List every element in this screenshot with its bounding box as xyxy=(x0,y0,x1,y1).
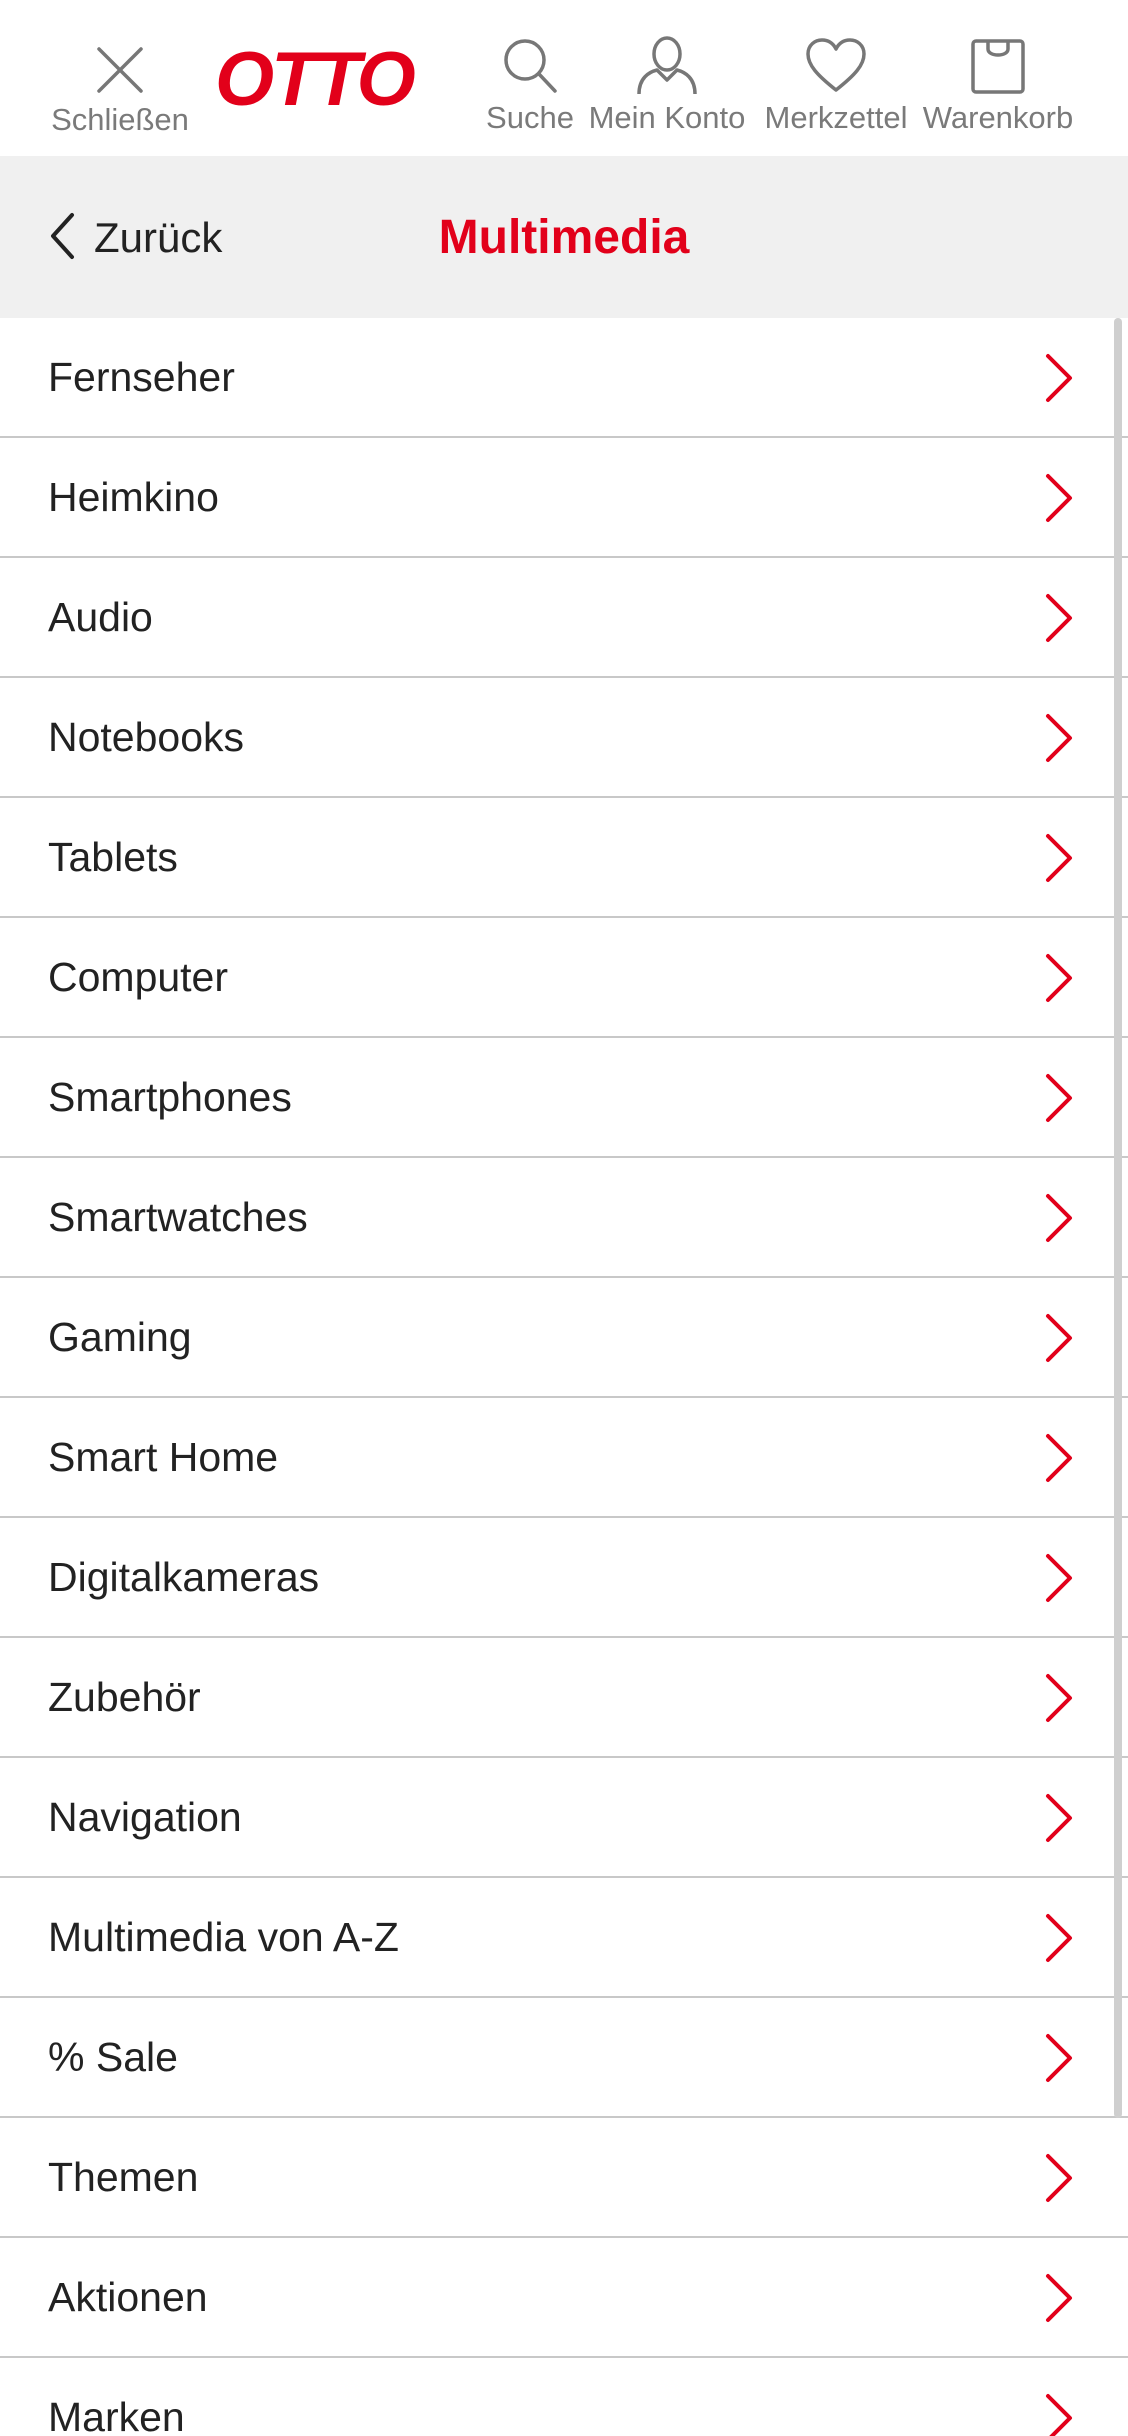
chevron-right-icon xyxy=(1042,1192,1076,1244)
list-item-label: Navigation xyxy=(48,1793,242,1840)
list-item[interactable]: Heimkino xyxy=(0,438,1128,558)
chevron-right-icon xyxy=(1042,1912,1076,1964)
list-item[interactable]: Digitalkameras xyxy=(0,1518,1128,1638)
search-icon xyxy=(500,32,560,98)
cart-label: Warenkorb xyxy=(922,100,1074,135)
chevron-right-icon xyxy=(1042,352,1076,404)
list-item[interactable]: Tablets xyxy=(0,798,1128,918)
list-item[interactable]: Multimedia von A-Z xyxy=(0,1878,1128,1998)
list-item-label: Fernseher xyxy=(48,353,235,400)
search-button[interactable]: Suche xyxy=(470,0,590,156)
scrollbar[interactable] xyxy=(1114,318,1122,2118)
chevron-right-icon xyxy=(1042,472,1076,524)
list-item[interactable]: Fernseher xyxy=(0,318,1128,438)
list-item[interactable]: % Sale xyxy=(0,1998,1128,2118)
list-item[interactable]: Gaming xyxy=(0,1278,1128,1398)
chevron-right-icon xyxy=(1042,952,1076,1004)
list-item-label: Digitalkameras xyxy=(48,1553,320,1600)
list-item-label: Multimedia von A-Z xyxy=(48,1913,399,1960)
list-item[interactable]: Smart Home xyxy=(0,1398,1128,1518)
list-item-label: Aktionen xyxy=(48,2273,208,2320)
chevron-left-icon xyxy=(48,211,76,266)
search-label: Suche xyxy=(486,100,574,135)
chevron-right-icon xyxy=(1042,1552,1076,1604)
otto-logo[interactable]: OTTO xyxy=(215,40,416,120)
back-label: Zurück xyxy=(94,214,223,261)
list-item-label: Smart Home xyxy=(48,1433,279,1480)
top-bar: Schließen OTTO Suche Mein Konto Merkzett… xyxy=(0,0,1128,156)
list-item[interactable]: Notebooks xyxy=(0,678,1128,798)
shopping-bag-icon xyxy=(970,32,1026,98)
page: Schließen OTTO Suche Mein Konto Merkzett… xyxy=(0,0,1128,2436)
list-item[interactable]: Aktionen xyxy=(0,2238,1128,2358)
close-icon xyxy=(94,40,146,100)
close-label: Schließen xyxy=(51,102,189,137)
list-item-label: Zubehör xyxy=(48,1673,201,1720)
chevron-right-icon xyxy=(1042,2272,1076,2324)
back-button[interactable]: Zurück xyxy=(48,208,222,268)
chevron-right-icon xyxy=(1042,2032,1076,2084)
list-item[interactable]: Smartphones xyxy=(0,1038,1128,1158)
list-item-label: Notebooks xyxy=(48,713,245,760)
list-item[interactable]: Marken xyxy=(0,2358,1128,2436)
list-item-label: Marken xyxy=(48,2393,185,2436)
chevron-right-icon xyxy=(1042,1312,1076,1364)
list-item[interactable]: Smartwatches xyxy=(0,1158,1128,1278)
list-item-label: Computer xyxy=(48,953,229,1000)
list-item-label: Gaming xyxy=(48,1313,192,1360)
category-header: Zurück Multimedia xyxy=(0,156,1128,318)
chevron-right-icon xyxy=(1042,1072,1076,1124)
chevron-right-icon xyxy=(1042,1672,1076,1724)
list-item-label: % Sale xyxy=(48,2033,178,2080)
cart-button[interactable]: Warenkorb xyxy=(918,0,1078,156)
list-item-label: Heimkino xyxy=(48,473,219,520)
heart-icon xyxy=(805,32,867,98)
close-button[interactable]: Schließen xyxy=(40,0,200,156)
chevron-right-icon xyxy=(1042,592,1076,644)
chevron-right-icon xyxy=(1042,1792,1076,1844)
chevron-right-icon xyxy=(1042,2152,1076,2204)
list-item-label: Themen xyxy=(48,2153,199,2200)
user-icon xyxy=(635,32,699,98)
account-button[interactable]: Mein Konto xyxy=(586,0,748,156)
account-label: Mein Konto xyxy=(588,100,746,135)
list-item[interactable]: Navigation xyxy=(0,1758,1128,1878)
chevron-right-icon xyxy=(1042,712,1076,764)
list-item-label: Smartphones xyxy=(48,1073,292,1120)
chevron-right-icon xyxy=(1042,2392,1076,2436)
list-item-label: Audio xyxy=(48,593,153,640)
category-list: Fernseher Heimkino Audio Notebooks Tablets Co… xyxy=(0,318,1128,2436)
list-item[interactable]: Audio xyxy=(0,558,1128,678)
list-item[interactable]: Themen xyxy=(0,2118,1128,2238)
chevron-right-icon xyxy=(1042,1432,1076,1484)
chevron-right-icon xyxy=(1042,832,1076,884)
list-item-label: Tablets xyxy=(48,833,178,880)
list-item[interactable]: Zubehör xyxy=(0,1638,1128,1758)
wishlist-label: Merkzettel xyxy=(764,100,908,135)
list-item[interactable]: Computer xyxy=(0,918,1128,1038)
wishlist-button[interactable]: Merkzettel xyxy=(756,0,916,156)
list-item-label: Smartwatches xyxy=(48,1193,308,1240)
